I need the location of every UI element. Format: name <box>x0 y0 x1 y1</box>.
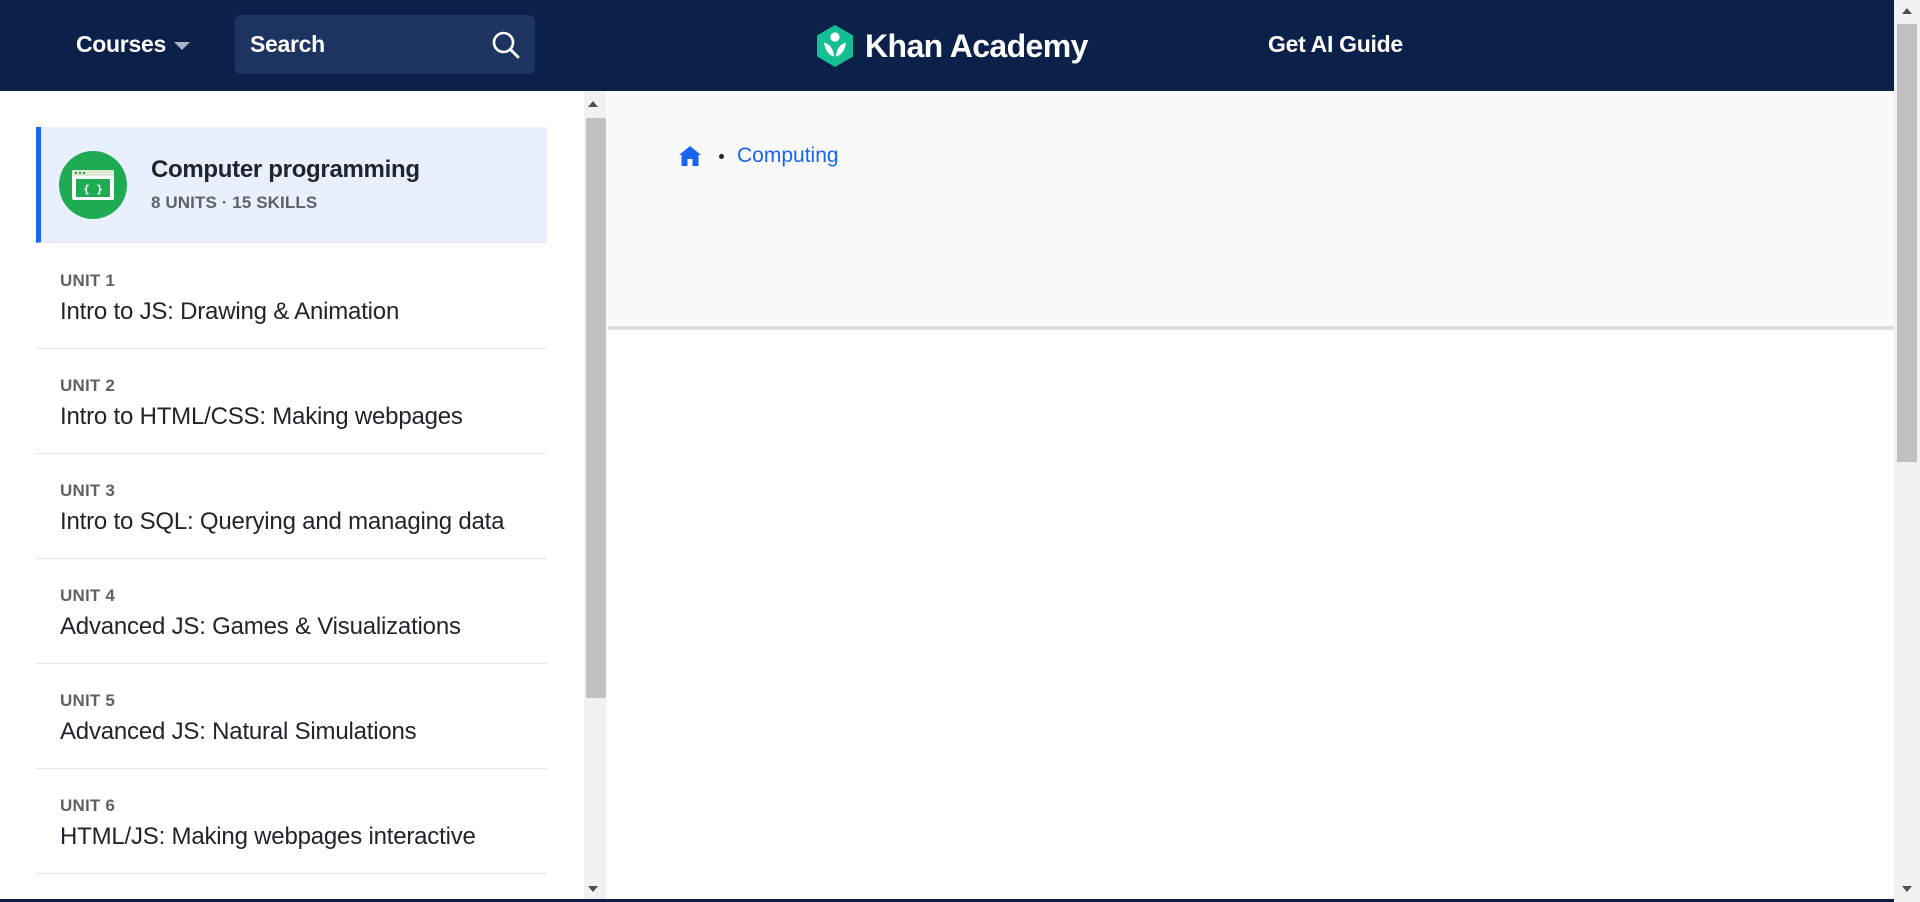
code-window-icon: { } <box>72 169 114 200</box>
breadcrumb-link-computing[interactable]: Computing <box>737 144 839 168</box>
unit-item-6[interactable]: UNIT 6 HTML/JS: Making webpages interact… <box>36 769 547 874</box>
unit-number: UNIT 5 <box>60 691 116 710</box>
breadcrumb: Computing <box>678 142 839 170</box>
unit-number: UNIT 2 <box>60 376 116 395</box>
course-header-card[interactable]: { } Computer programming 8 UNITS · 15 SK… <box>36 127 547 243</box>
top-nav-bar: Courses Search Khan Academy Get AI Guide <box>0 0 1894 91</box>
unit-title: HTML/JS: Making webpages interactive <box>60 823 476 850</box>
unit-title: Intro to SQL: Querying and managing data <box>60 508 505 535</box>
sidebar-scrollbar-thumb[interactable] <box>586 118 606 698</box>
logo-text: Khan Academy <box>865 27 1088 64</box>
unit-title: Advanced JS: Games & Visualizations <box>60 613 461 640</box>
main-header-area <box>608 91 1894 326</box>
page-scroll-down-arrow-icon[interactable] <box>1902 886 1912 892</box>
unit-item-1[interactable]: UNIT 1 Intro to JS: Drawing & Animation <box>36 244 547 349</box>
page-scroll-up-arrow-icon[interactable] <box>1902 8 1912 14</box>
chevron-down-icon <box>173 41 190 50</box>
svg-text:{ }: { } <box>83 182 103 195</box>
home-icon[interactable] <box>678 145 702 167</box>
unit-title: Advanced JS: Natural Simulations <box>60 718 417 745</box>
courses-menu-button[interactable]: Courses <box>76 28 190 60</box>
scroll-down-arrow-icon[interactable] <box>588 886 598 892</box>
get-ai-guide-link[interactable]: Get AI Guide <box>1268 28 1403 60</box>
search-field[interactable]: Search <box>235 15 535 74</box>
page-scrollbar-thumb[interactable] <box>1897 24 1917 462</box>
khan-academy-logo[interactable]: Khan Academy <box>815 24 1088 68</box>
search-icon[interactable] <box>491 30 521 60</box>
unit-number: UNIT 1 <box>60 271 116 290</box>
unit-title: Intro to HTML/CSS: Making webpages <box>60 403 463 430</box>
course-sidebar: { } Computer programming 8 UNITS · 15 SK… <box>0 91 584 902</box>
breadcrumb-separator <box>719 153 724 159</box>
unit-number: UNIT 4 <box>60 586 116 605</box>
khan-academy-leaf-icon <box>817 25 853 67</box>
scroll-up-arrow-icon[interactable] <box>588 101 598 107</box>
unit-item-4[interactable]: UNIT 4 Advanced JS: Games & Visualizatio… <box>36 559 547 664</box>
course-meta: 8 UNITS · 15 SKILLS <box>151 193 318 212</box>
search-placeholder: Search <box>250 31 325 57</box>
unit-item-3[interactable]: UNIT 3 Intro to SQL: Querying and managi… <box>36 454 547 559</box>
main-content-area <box>608 330 1894 902</box>
unit-item-2[interactable]: UNIT 2 Intro to HTML/CSS: Making webpage… <box>36 349 547 454</box>
course-icon: { } <box>59 150 127 219</box>
course-title: Computer programming <box>151 156 420 183</box>
unit-number: UNIT 6 <box>60 796 116 815</box>
unit-title: Intro to JS: Drawing & Animation <box>60 298 400 325</box>
courses-label: Courses <box>76 30 166 57</box>
unit-item-5[interactable]: UNIT 5 Advanced JS: Natural Simulations <box>36 664 547 769</box>
unit-list: UNIT 1 Intro to JS: Drawing & Animation … <box>36 244 547 874</box>
unit-number: UNIT 3 <box>60 481 116 500</box>
